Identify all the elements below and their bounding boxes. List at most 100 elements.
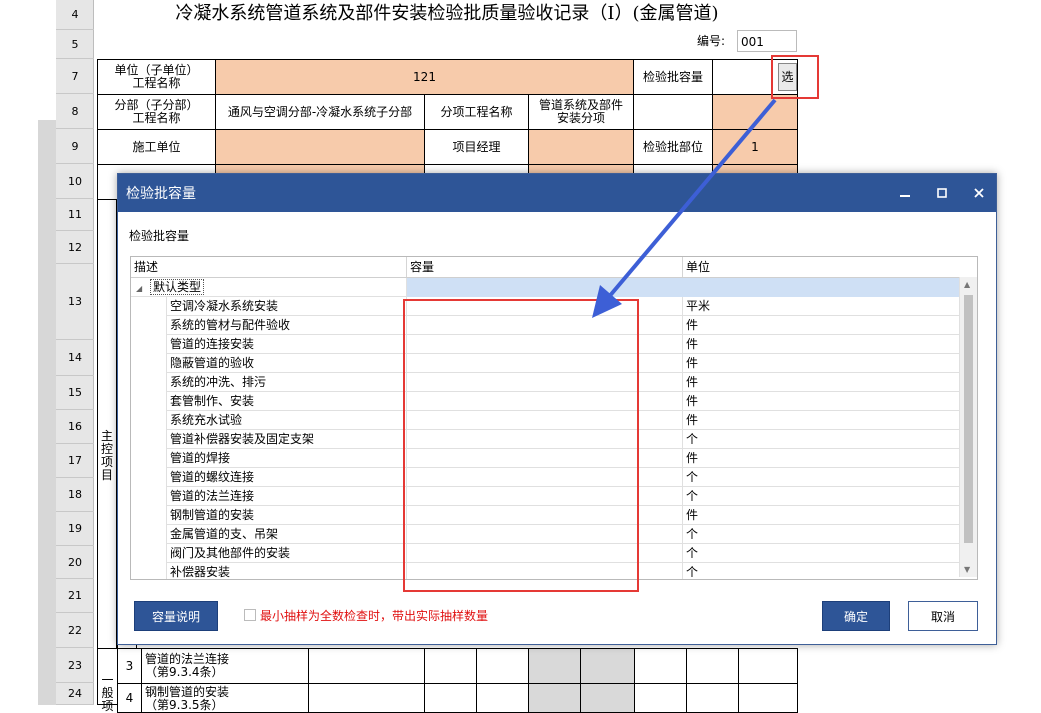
row-number[interactable]: 21 bbox=[56, 579, 94, 613]
sheet-cell[interactable] bbox=[528, 648, 581, 684]
row-indent bbox=[131, 297, 167, 316]
project-manager-value[interactable] bbox=[528, 129, 634, 165]
row-indent bbox=[131, 354, 167, 373]
sheet-cell[interactable] bbox=[476, 648, 529, 684]
window-margin-gray bbox=[38, 120, 56, 705]
row-unit: 个 bbox=[683, 525, 959, 544]
row-number[interactable]: 19 bbox=[56, 512, 94, 546]
sheet-cell[interactable] bbox=[634, 683, 687, 713]
vertical-scrollbar[interactable]: ▲ ▼ bbox=[959, 277, 977, 577]
row-number[interactable]: 4 bbox=[56, 0, 94, 30]
blank-peach-cell[interactable] bbox=[712, 94, 798, 130]
sheet-cell[interactable] bbox=[738, 648, 798, 684]
number-field[interactable]: 001 bbox=[737, 30, 797, 52]
minimize-icon[interactable] bbox=[886, 174, 924, 212]
sheet-cell[interactable] bbox=[580, 683, 635, 713]
unit-project-label: 单位（子单位） 工程名称 bbox=[97, 59, 216, 95]
row-number[interactable]: 16 bbox=[56, 410, 94, 444]
min-sample-checkbox-label[interactable]: 最小抽样为全数检查时，带出实际抽样数量 bbox=[260, 607, 488, 624]
construction-unit-value[interactable] bbox=[215, 129, 425, 165]
dialog-titlebar: 检验批容量 bbox=[118, 174, 996, 212]
dialog-subtitle: 检验批容量 bbox=[129, 229, 190, 243]
row-desc: 管道的焊接 bbox=[167, 449, 407, 468]
left-border-column bbox=[97, 199, 117, 649]
row-indent bbox=[131, 449, 167, 468]
row-number[interactable]: 23 bbox=[56, 648, 94, 683]
row-indent bbox=[131, 411, 167, 430]
batch-part-value[interactable]: 1 bbox=[712, 129, 798, 165]
column-header-capacity[interactable]: 容量 bbox=[407, 257, 683, 277]
grid-header: 描述 容量 单位 bbox=[131, 257, 959, 278]
row-number[interactable]: 24 bbox=[56, 683, 94, 705]
row-number[interactable]: 8 bbox=[56, 94, 94, 129]
row-number[interactable]: 15 bbox=[56, 376, 94, 410]
ok-button[interactable]: 确定 bbox=[822, 601, 890, 631]
close-icon[interactable] bbox=[960, 174, 998, 212]
construction-unit-label: 施工单位 bbox=[97, 129, 216, 165]
main-control-label: 主 控 项 目 bbox=[100, 429, 113, 482]
scroll-thumb[interactable] bbox=[964, 295, 973, 543]
row-number[interactable]: 14 bbox=[56, 340, 94, 376]
row-indent bbox=[131, 373, 167, 392]
group-desc-cell: ◢ 默认类型 bbox=[131, 278, 407, 297]
scroll-down-icon[interactable]: ▼ bbox=[964, 565, 970, 574]
min-sample-checkbox[interactable] bbox=[244, 609, 256, 621]
row-number[interactable]: 22 bbox=[56, 613, 94, 648]
sheet-cell[interactable] bbox=[738, 683, 798, 713]
blank-cell bbox=[633, 94, 713, 130]
cancel-button[interactable]: 取消 bbox=[908, 601, 978, 631]
capacity-help-button[interactable]: 容量说明 bbox=[134, 601, 218, 631]
project-manager-label: 项目经理 bbox=[424, 129, 529, 165]
sub-project-value[interactable]: 通风与空调分部-冷凝水系统子分部 bbox=[215, 94, 425, 130]
sheet-cell[interactable] bbox=[686, 648, 739, 684]
row-number[interactable]: 9 bbox=[56, 129, 94, 164]
row-unit: 个 bbox=[683, 468, 959, 487]
item-project-value[interactable]: 管道系统及部件 安装分项 bbox=[528, 94, 634, 130]
dialog-title: 检验批容量 bbox=[126, 186, 196, 202]
row-desc: 管道的连接安装 bbox=[167, 335, 407, 354]
general-item-label: 一 般 项 bbox=[97, 648, 118, 713]
row-number[interactable]: 20 bbox=[56, 546, 94, 579]
row-number[interactable]: 7 bbox=[56, 59, 94, 94]
sheet-cell[interactable] bbox=[528, 683, 581, 713]
row-desc: 阀门及其他部件的安装 bbox=[167, 544, 407, 563]
column-header-unit[interactable]: 单位 bbox=[683, 257, 959, 277]
scroll-up-icon[interactable]: ▲ bbox=[964, 280, 970, 289]
row23-text: 管道的法兰连接 （第9.3.4条） bbox=[141, 648, 309, 684]
column-header-desc[interactable]: 描述 bbox=[131, 257, 407, 277]
row-unit: 件 bbox=[683, 411, 959, 430]
row-desc: 空调冷凝水系统安装 bbox=[167, 297, 407, 316]
unit-project-value[interactable]: 121 bbox=[215, 59, 634, 95]
row-desc: 管道补偿器安装及固定支架 bbox=[167, 430, 407, 449]
row-number[interactable]: 17 bbox=[56, 444, 94, 478]
row-number[interactable]: 13 bbox=[56, 264, 94, 340]
row24-no: 4 bbox=[117, 683, 142, 713]
group-row[interactable]: ◢ 默认类型 bbox=[131, 278, 959, 297]
row-unit: 个 bbox=[683, 563, 959, 579]
sheet-cell[interactable] bbox=[686, 683, 739, 713]
row-unit: 件 bbox=[683, 506, 959, 525]
row-indent bbox=[131, 335, 167, 354]
row-number[interactable]: 11 bbox=[56, 199, 94, 231]
sheet-cell[interactable] bbox=[308, 683, 425, 713]
row-unit: 件 bbox=[683, 335, 959, 354]
row-number[interactable]: 5 bbox=[56, 30, 94, 59]
sheet-cell[interactable] bbox=[580, 648, 635, 684]
maximize-icon[interactable] bbox=[923, 174, 961, 212]
row-desc: 管道的法兰连接 bbox=[167, 487, 407, 506]
row-unit: 件 bbox=[683, 392, 959, 411]
row-number[interactable]: 18 bbox=[56, 478, 94, 512]
row-number[interactable]: 12 bbox=[56, 231, 94, 264]
sheet-cell[interactable] bbox=[424, 683, 477, 713]
sheet-cell[interactable] bbox=[308, 648, 425, 684]
sheet-cell[interactable] bbox=[424, 648, 477, 684]
row-desc: 管道的螺纹连接 bbox=[167, 468, 407, 487]
row-desc: 系统的管材与配件验收 bbox=[167, 316, 407, 335]
sheet-cell[interactable] bbox=[634, 648, 687, 684]
row-desc: 补偿器安装 bbox=[167, 563, 407, 579]
row-unit: 件 bbox=[683, 373, 959, 392]
group-label: 默认类型 bbox=[149, 279, 204, 295]
row-number[interactable]: 10 bbox=[56, 164, 94, 199]
collapse-triangle-icon[interactable]: ◢ bbox=[136, 284, 142, 293]
sheet-cell[interactable] bbox=[476, 683, 529, 713]
